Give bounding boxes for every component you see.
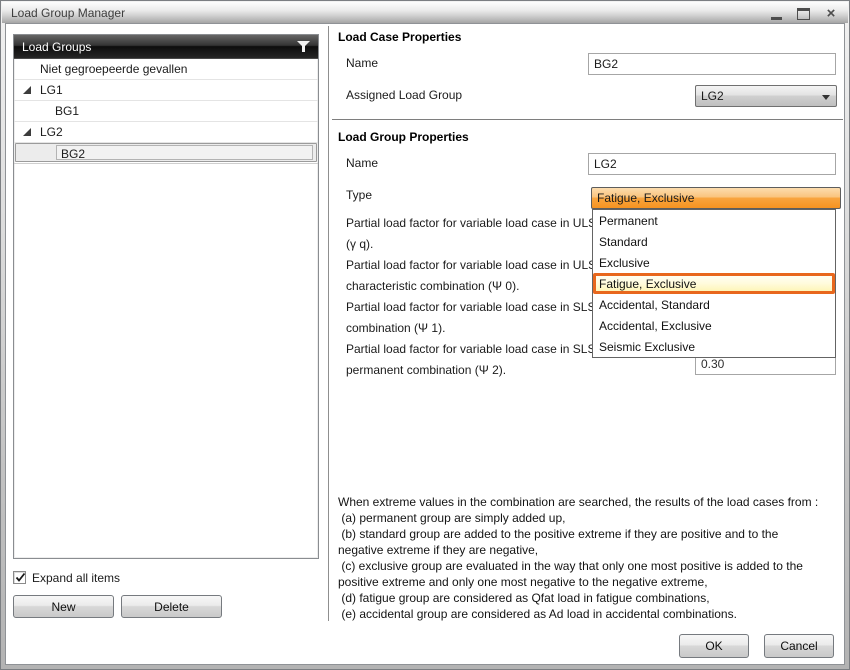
- load-case-name-label: Name: [346, 56, 379, 70]
- section-separator: [332, 119, 843, 120]
- new-button[interactable]: New: [13, 595, 114, 618]
- selected-row-cell: BG2: [56, 145, 313, 161]
- window-frame: Load Group Manager × Load Groups Niet ge…: [0, 0, 850, 670]
- chevron-down-icon: [822, 95, 830, 100]
- cancel-button[interactable]: Cancel: [764, 634, 834, 658]
- factor-value: 0.30: [701, 356, 725, 371]
- load-groups-panel: Load Groups Niet gegroepeerde gevallen L…: [13, 34, 319, 559]
- load-group-name-label: Name: [346, 156, 379, 170]
- title-bar: Load Group Manager ×: [2, 2, 848, 23]
- close-button[interactable]: ×: [819, 5, 843, 22]
- type-value: Fatigue, Exclusive: [597, 191, 695, 205]
- load-group-name-input[interactable]: LG2: [588, 153, 836, 175]
- tree-item-bg2-selected[interactable]: BG2: [14, 143, 318, 164]
- factor-label-sls-psi1: Partial load factor for variable load ca…: [346, 300, 593, 335]
- type-option-accidental-standard[interactable]: Accidental, Standard: [593, 294, 835, 315]
- assigned-group-label: Assigned Load Group: [346, 88, 463, 102]
- load-group-section-title: Load Group Properties: [338, 130, 469, 144]
- type-option-exclusive[interactable]: Exclusive: [593, 252, 835, 273]
- type-option-standard[interactable]: Standard: [593, 231, 835, 252]
- expand-all-checkbox[interactable]: [13, 571, 26, 584]
- filter-icon[interactable]: [297, 41, 310, 53]
- assigned-group-value: LG2: [701, 89, 724, 103]
- dialog-body: Load Groups Niet gegroepeerde gevallen L…: [5, 23, 845, 665]
- close-icon: ×: [826, 5, 836, 22]
- maximize-icon: [796, 7, 810, 20]
- maximize-button[interactable]: [791, 5, 815, 22]
- load-case-name-input[interactable]: BG2: [588, 53, 836, 75]
- minimize-icon: [770, 8, 782, 20]
- type-option-accidental-exclusive[interactable]: Accidental, Exclusive: [593, 315, 835, 336]
- load-case-name-value: BG2: [594, 57, 619, 71]
- factor-label-uls-gamma: Partial load factor for variable load ca…: [346, 216, 593, 251]
- factor-label-uls-psi0: Partial load factor for variable load ca…: [346, 258, 593, 293]
- panel-divider: [328, 26, 329, 621]
- ok-button-label: OK: [705, 639, 723, 653]
- selected-row-highlight: BG2: [15, 143, 317, 162]
- tree-item-lg1[interactable]: LG1: [14, 80, 318, 101]
- combination-description: When extreme values in the combination a…: [338, 495, 819, 621]
- tree-item-label: BG2: [61, 147, 86, 161]
- tree-item-bg1[interactable]: BG1: [14, 101, 318, 122]
- tree-item-ungrouped[interactable]: Niet gegroepeerde gevallen: [14, 59, 318, 80]
- factor-label-sls-psi2: Partial load factor for variable load ca…: [346, 342, 593, 377]
- load-case-section-title: Load Case Properties: [338, 30, 462, 44]
- tree-item-label: BG1: [55, 104, 80, 118]
- type-option-permanent[interactable]: Permanent: [593, 210, 835, 231]
- expander-icon[interactable]: [23, 86, 32, 95]
- tree-item-label: LG1: [40, 83, 63, 97]
- expand-all-label: Expand all items: [32, 571, 121, 585]
- type-label: Type: [346, 188, 373, 202]
- tree-item-label: LG2: [40, 125, 63, 139]
- window-title: Load Group Manager: [11, 6, 126, 20]
- tree-item-lg2[interactable]: LG2: [14, 122, 318, 143]
- load-group-name-value: LG2: [594, 157, 617, 171]
- minimize-button[interactable]: [764, 5, 788, 22]
- delete-button-label: Delete: [154, 599, 189, 614]
- load-groups-header-label: Load Groups: [22, 39, 92, 54]
- assigned-group-combobox[interactable]: LG2: [695, 85, 837, 107]
- type-option-seismic-exclusive[interactable]: Seismic Exclusive: [593, 336, 835, 357]
- load-groups-header[interactable]: Load Groups: [14, 35, 318, 59]
- type-option-fatigue-exclusive[interactable]: Fatigue, Exclusive: [593, 273, 835, 294]
- type-dropdown-list: Permanent Standard Exclusive Fatigue, Ex…: [592, 209, 836, 358]
- expander-icon[interactable]: [23, 128, 32, 137]
- ok-button[interactable]: OK: [679, 634, 749, 658]
- type-combobox[interactable]: Fatigue, Exclusive: [591, 187, 841, 209]
- cancel-button-label: Cancel: [780, 639, 818, 653]
- new-button-label: New: [51, 599, 76, 614]
- checkmark-icon: [15, 572, 26, 582]
- delete-button[interactable]: Delete: [121, 595, 222, 618]
- tree-item-label: Niet gegroepeerde gevallen: [40, 62, 188, 76]
